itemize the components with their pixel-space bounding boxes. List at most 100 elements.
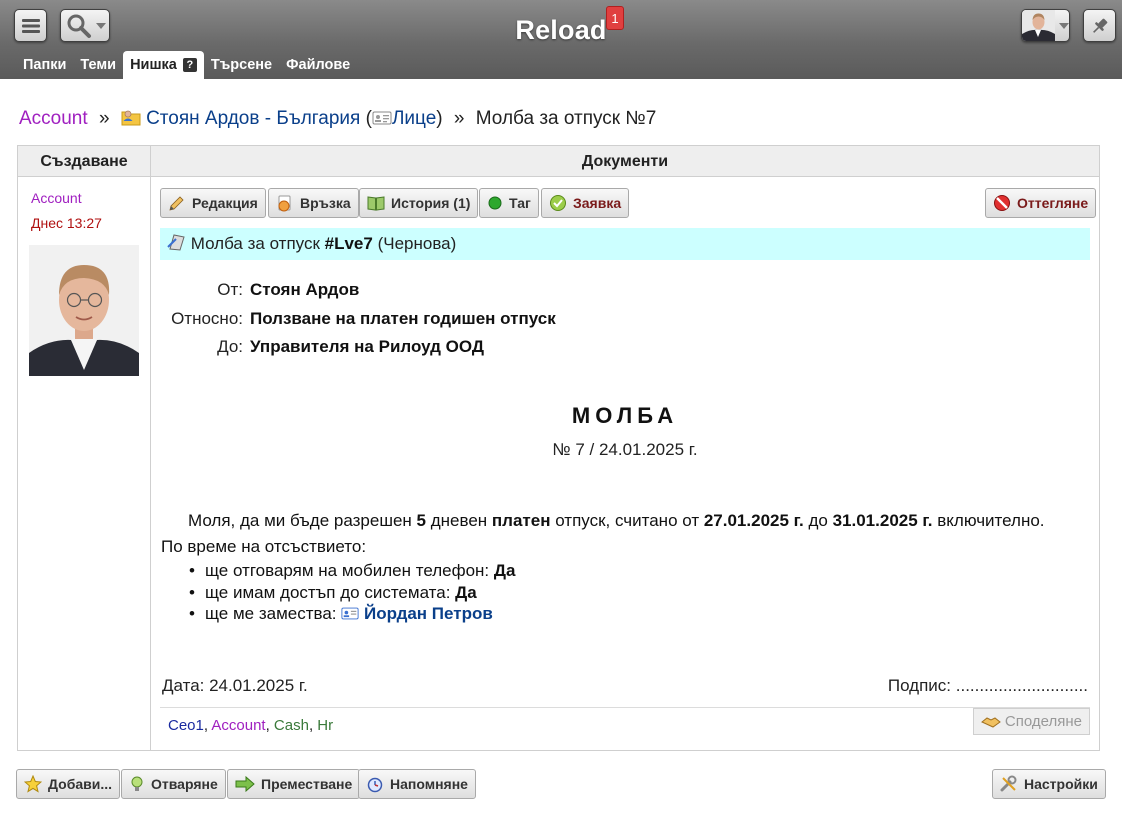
body-paid: платен [491,511,551,530]
request-button[interactable]: Заявка [541,188,630,218]
tab-files[interactable]: Файлове [279,51,357,79]
document-request-icon [167,234,185,251]
help-icon[interactable]: ? [182,58,197,72]
meta-to-label: До: [217,337,243,357]
check-circle-icon [550,195,566,211]
document-number: № 7 / 24.01.2025 г. [552,440,698,459]
meta-from-value: Стоян Ардов [250,280,360,300]
user-menu-button[interactable] [1021,9,1070,42]
tab-topics[interactable]: Теми [73,51,123,79]
document-header: Молба за отпуск #Lve7 (Чернова) [160,228,1090,260]
app-title[interactable]: Reload [0,15,1122,46]
breadcrumb: Account » Стоян Ардов - България ( Лице)… [19,108,656,130]
remind-button[interactable]: Напомняне [358,769,476,799]
meta-subject-label: Относно: [171,308,243,328]
user-avatar [1022,10,1055,41]
settings-tools-icon [1000,775,1017,792]
list-item-text: ще ме замества: [205,604,342,623]
body-text: включително. [932,511,1045,530]
no-entry-icon [994,195,1010,211]
tag-button[interactable]: Таг [479,188,539,218]
document-signature: Подпис: ............................ [887,676,1088,695]
body-days: 5 [416,511,426,530]
notification-badge[interactable]: 1 [606,6,624,30]
list-item-text: ще имам достъп до системата: [205,582,456,602]
remind-button-label: Напомняне [390,776,468,792]
breadcrumb-folder-link[interactable]: Стоян Ардов - България [146,108,360,129]
column-header-created: Създаване [18,146,151,177]
tag-list: Ceo1, Account, Cash, Hr [168,717,333,734]
request-button-label: Заявка [573,195,622,211]
document-code[interactable]: #Lve7 [325,234,373,253]
tag-cash[interactable]: Cash [274,717,309,734]
pin-button[interactable] [1083,9,1116,42]
tab-thread-label: Нишка [130,57,177,73]
creator-column: Account Днес 13:27 [18,177,151,750]
link-button-label: Връзка [300,195,351,211]
column-header-documents: Документи [581,153,669,170]
substitute-person-link[interactable]: Йордан Петров [364,604,493,623]
created-time: Днес 13:27 [31,215,102,231]
tag-account[interactable]: Account [211,717,265,734]
move-button[interactable]: Преместване [227,769,361,799]
add-button-label: Добави... [48,776,113,792]
settings-button-label: Настройки [1024,776,1098,792]
list-item: ще имам достъп до системата: Да [189,582,1101,604]
thread-table: Създаване Документи Account Днес 13:27 Р… [17,145,1100,751]
list-item-text: ще отговарям на мобилен телефон: [205,561,494,580]
body-text: Моля, да ми бъде разрешен [188,511,417,530]
handshake-icon [980,716,1001,728]
body-text: отпуск, считано от [550,511,704,530]
link-doc-icon [278,195,291,212]
document-meta: От: Стоян Ардов Относно: Ползване на пла… [160,276,556,362]
meta-subject-row: Относно: Ползване на платен годишен отпу… [160,305,556,334]
breadcrumb-close-paren: ) [436,108,443,129]
tag-button-label: Таг [509,195,531,211]
link-button[interactable]: Връзка [268,188,359,218]
breadcrumb-type-link[interactable]: Лице [392,108,436,129]
open-button-label: Отваряне [151,776,218,792]
breadcrumb-account-link[interactable]: Account [19,108,88,129]
tag-ceo1[interactable]: Ceo1 [168,717,204,734]
withdraw-button[interactable]: Оттегляне [985,188,1097,218]
list-item-value: Да [493,561,516,580]
nav-tabs: Папки Теми Нишка? Търсене Файлове [16,51,357,79]
tag-separator: , [203,717,209,734]
settings-button[interactable]: Настройки [992,769,1106,799]
chevron-down-icon [1059,22,1069,29]
star-icon [24,775,42,793]
tab-search[interactable]: Търсене [204,51,279,79]
add-button[interactable]: Добави... [16,769,121,799]
edit-button[interactable]: Редакция [160,188,266,218]
body-to-date: 31.01.2025 г. [832,511,933,530]
document-title: МОЛБА [571,403,679,428]
person-folder-icon [121,110,141,126]
id-card-icon [341,607,359,620]
book-icon [367,196,385,211]
body-text: до [803,511,833,530]
breadcrumb-separator: » [98,108,110,129]
tag-hr[interactable]: Hr [317,717,333,734]
breadcrumb-current: Молба за отпуск №7 [475,108,657,129]
move-button-label: Преместване [261,776,353,792]
id-card-icon [372,111,392,125]
body-from-date: 27.01.2025 г. [703,511,804,530]
meta-to-row: До: Управителя на Рилоуд ООД [160,333,556,362]
breadcrumb-separator: » [453,108,465,129]
pencil-icon [169,196,184,211]
green-dot-icon [488,196,502,210]
share-button[interactable]: Споделяне [972,708,1090,735]
table-header: Създаване Документи [18,146,1099,177]
lightbulb-icon [131,776,143,791]
meta-subject-value: Ползване на платен годишен отпуск [250,308,556,328]
history-button[interactable]: История (1) [359,188,479,218]
tab-thread[interactable]: Нишка? [123,51,204,79]
edit-button-label: Редакция [192,195,258,211]
tab-folders[interactable]: Папки [16,51,73,79]
list-item-value: Да [455,582,477,602]
body-text: дневен [426,511,492,530]
creator-name[interactable]: Account [31,190,82,206]
document-date: Дата: 24.01.2025 г. [162,676,308,695]
meta-to-value: Управителя на Рилоуд ООД [250,337,485,357]
open-button[interactable]: Отваряне [121,769,226,799]
